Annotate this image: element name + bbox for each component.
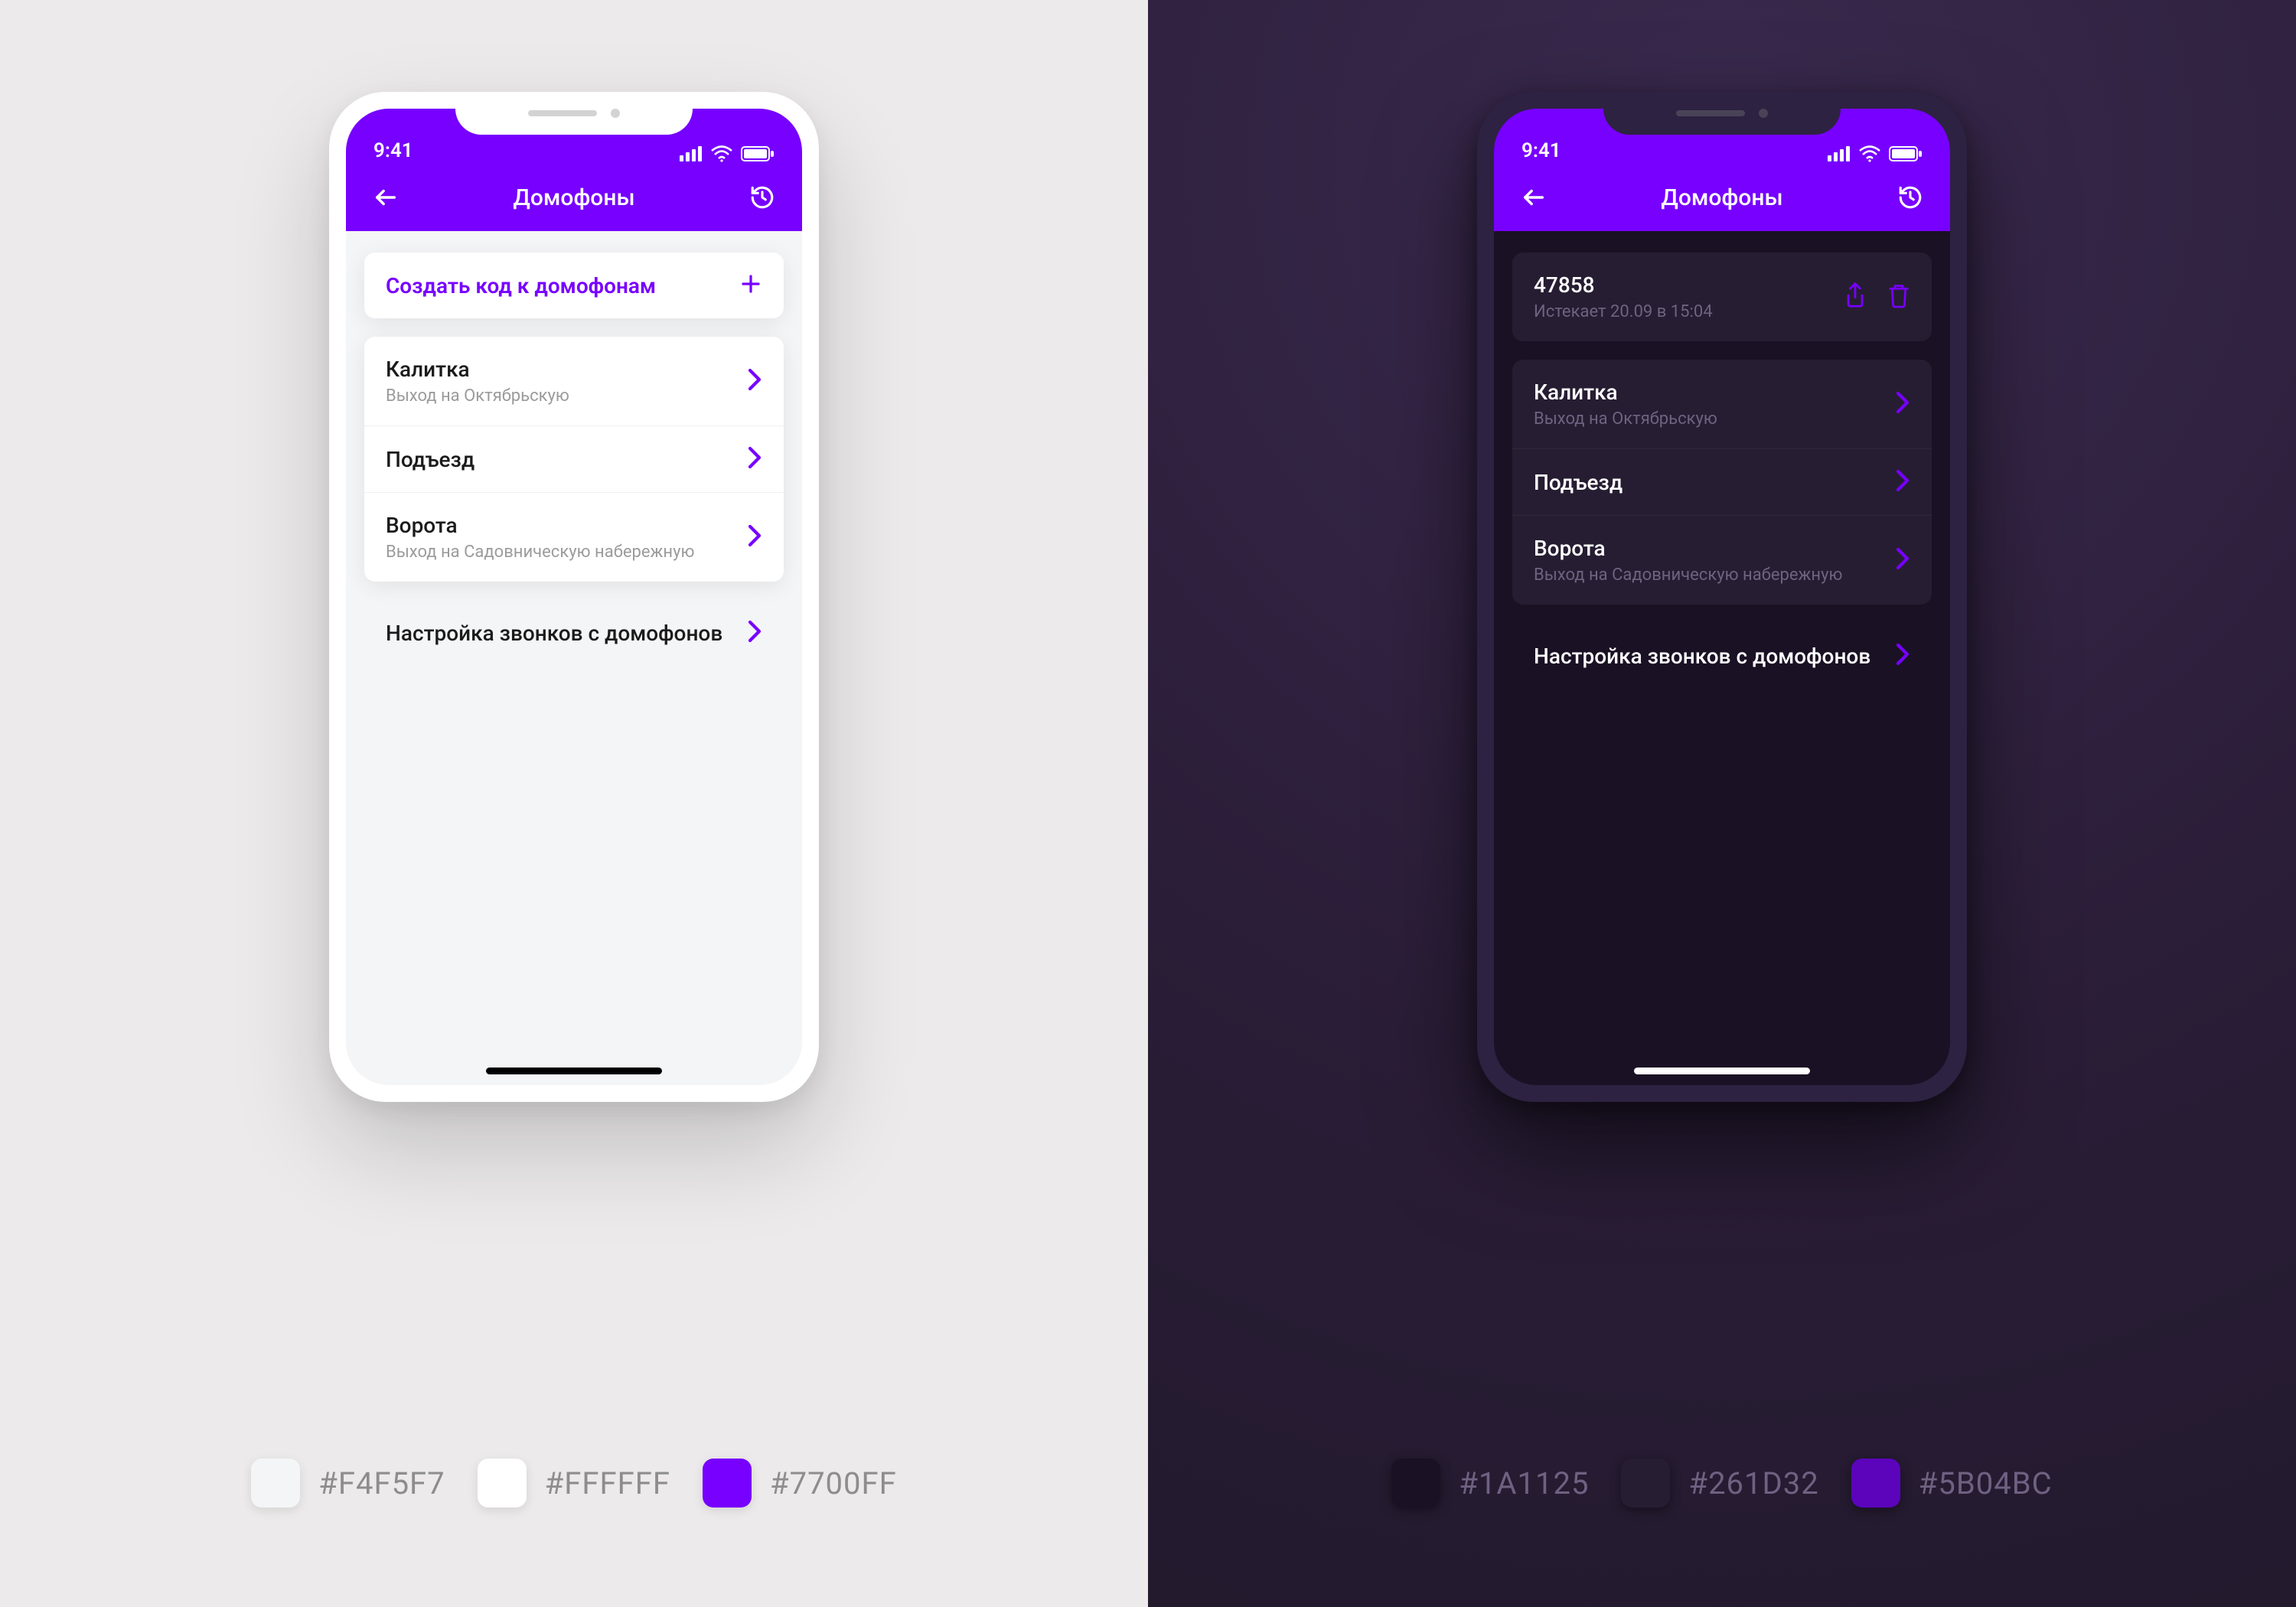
wifi-icon	[1858, 145, 1881, 162]
nav-bar: Домофоны	[346, 164, 802, 231]
color-swatch	[1391, 1459, 1440, 1508]
status-icons	[680, 145, 775, 162]
settings-label: Настройка звонков с домофонов	[1534, 644, 1880, 669]
swatch-hex: #F4F5F7	[318, 1465, 445, 1501]
code-value: 47858	[1534, 272, 1828, 298]
palette-light: #F4F5F7 #FFFFFF #7700FF	[0, 1459, 1148, 1508]
chevron-right-icon	[1895, 643, 1910, 669]
intercoms-list: Калитка Выход на Октябрьскую Подъезд	[364, 337, 784, 582]
item-subtitle: Выход на Октябрьскую	[1534, 409, 1880, 429]
light-theme-panel: 9:41 Домофоны	[0, 0, 1148, 1607]
color-swatch	[1621, 1459, 1670, 1508]
phone-frame-light: 9:41 Домофоны	[329, 92, 819, 1102]
swatch-hex: #1A1125	[1459, 1465, 1589, 1501]
content-area: 47858 Истекает 20.09 в 15:04	[1494, 231, 1950, 1085]
item-title: Ворота	[386, 513, 732, 538]
share-button[interactable]	[1843, 282, 1867, 312]
page-title: Домофоны	[403, 184, 745, 211]
signal-icon	[680, 146, 703, 161]
back-button[interactable]	[369, 181, 403, 214]
notch	[455, 92, 693, 135]
screen-light: 9:41 Домофоны	[346, 109, 802, 1085]
swatch-hex: #FFFFFF	[545, 1465, 670, 1501]
chevron-right-icon	[1895, 391, 1910, 417]
delete-button[interactable]	[1887, 282, 1910, 311]
code-expiry: Истекает 20.09 в 15:04	[1534, 302, 1828, 321]
color-swatch	[703, 1459, 752, 1508]
active-code-card: 47858 Истекает 20.09 в 15:04	[1512, 253, 1932, 341]
item-title: Подъезд	[386, 447, 732, 472]
status-time: 9:41	[1521, 139, 1561, 162]
swatch-hex: #5B04BC	[1919, 1465, 2053, 1501]
dark-theme-panel: 9:41 Домофоны	[1148, 0, 2296, 1607]
history-button[interactable]	[1893, 181, 1927, 214]
status-time: 9:41	[373, 139, 413, 162]
history-icon	[1897, 184, 1923, 210]
notch	[1603, 92, 1841, 135]
list-item[interactable]: Ворота Выход на Садовническую набережную	[364, 492, 784, 582]
active-code-row[interactable]: 47858 Истекает 20.09 в 15:04	[1512, 253, 1932, 341]
status-icons	[1828, 145, 1923, 162]
create-code-label: Создать код к домофонам	[386, 273, 724, 298]
item-subtitle: Выход на Садовническую набережную	[1534, 566, 1880, 585]
swatch-group: #7700FF	[703, 1459, 897, 1508]
swatch-group: #5B04BC	[1851, 1459, 2053, 1508]
screen-dark: 9:41 Домофоны	[1494, 109, 1950, 1085]
swatch-hex: #261D32	[1688, 1465, 1818, 1501]
item-title: Подъезд	[1534, 470, 1880, 495]
arrow-left-icon	[1521, 184, 1547, 210]
share-icon	[1843, 282, 1867, 309]
nav-bar: Домофоны	[1494, 164, 1950, 231]
history-icon	[749, 184, 775, 210]
color-swatch	[251, 1459, 300, 1508]
list-item[interactable]: Ворота Выход на Садовническую набережную	[1512, 515, 1932, 605]
swatch-hex: #7700FF	[770, 1465, 897, 1501]
wifi-icon	[710, 145, 733, 162]
phone-frame-dark: 9:41 Домофоны	[1477, 92, 1967, 1102]
item-title: Ворота	[1534, 536, 1880, 561]
history-button[interactable]	[745, 181, 779, 214]
arrow-left-icon	[373, 184, 399, 210]
settings-label: Настройка звонков с домофонов	[386, 621, 732, 646]
page-title: Домофоны	[1551, 184, 1893, 211]
back-button[interactable]	[1517, 181, 1551, 214]
list-item[interactable]: Подъезд	[1512, 448, 1932, 515]
chevron-right-icon	[747, 446, 762, 472]
color-swatch	[478, 1459, 527, 1508]
chevron-right-icon	[1895, 547, 1910, 573]
chevron-right-icon	[747, 524, 762, 550]
swatch-group: #FFFFFF	[478, 1459, 670, 1508]
swatch-group: #1A1125	[1391, 1459, 1589, 1508]
home-indicator[interactable]	[1634, 1068, 1810, 1074]
settings-row[interactable]: Настройка звонков с домофонов	[1512, 623, 1932, 689]
item-title: Калитка	[1534, 380, 1880, 405]
settings-row[interactable]: Настройка звонков с домофонов	[364, 600, 784, 666]
color-swatch	[1851, 1459, 1900, 1508]
chevron-right-icon	[1895, 469, 1910, 495]
list-item[interactable]: Подъезд	[364, 425, 784, 492]
trash-icon	[1887, 282, 1910, 308]
battery-icon	[1889, 146, 1923, 161]
battery-icon	[741, 146, 775, 161]
chevron-right-icon	[747, 620, 762, 646]
signal-icon	[1828, 146, 1851, 161]
chevron-right-icon	[747, 368, 762, 394]
item-title: Калитка	[386, 357, 732, 382]
list-item[interactable]: Калитка Выход на Октябрьскую	[364, 337, 784, 425]
intercoms-list: Калитка Выход на Октябрьскую Подъезд	[1512, 360, 1932, 605]
item-subtitle: Выход на Садовническую набережную	[386, 543, 732, 562]
swatch-group: #F4F5F7	[251, 1459, 445, 1508]
home-indicator[interactable]	[486, 1068, 662, 1074]
swatch-group: #261D32	[1621, 1459, 1818, 1508]
create-code-card: Создать код к домофонам	[364, 253, 784, 318]
item-subtitle: Выход на Октябрьскую	[386, 386, 732, 406]
list-item[interactable]: Калитка Выход на Октябрьскую	[1512, 360, 1932, 448]
palette-dark: #1A1125 #261D32 #5B04BC	[1148, 1459, 2296, 1508]
create-code-row[interactable]: Создать код к домофонам	[364, 253, 784, 318]
plus-icon	[739, 272, 762, 298]
content-area: Создать код к домофонам Калитка Выход на…	[346, 231, 802, 1085]
